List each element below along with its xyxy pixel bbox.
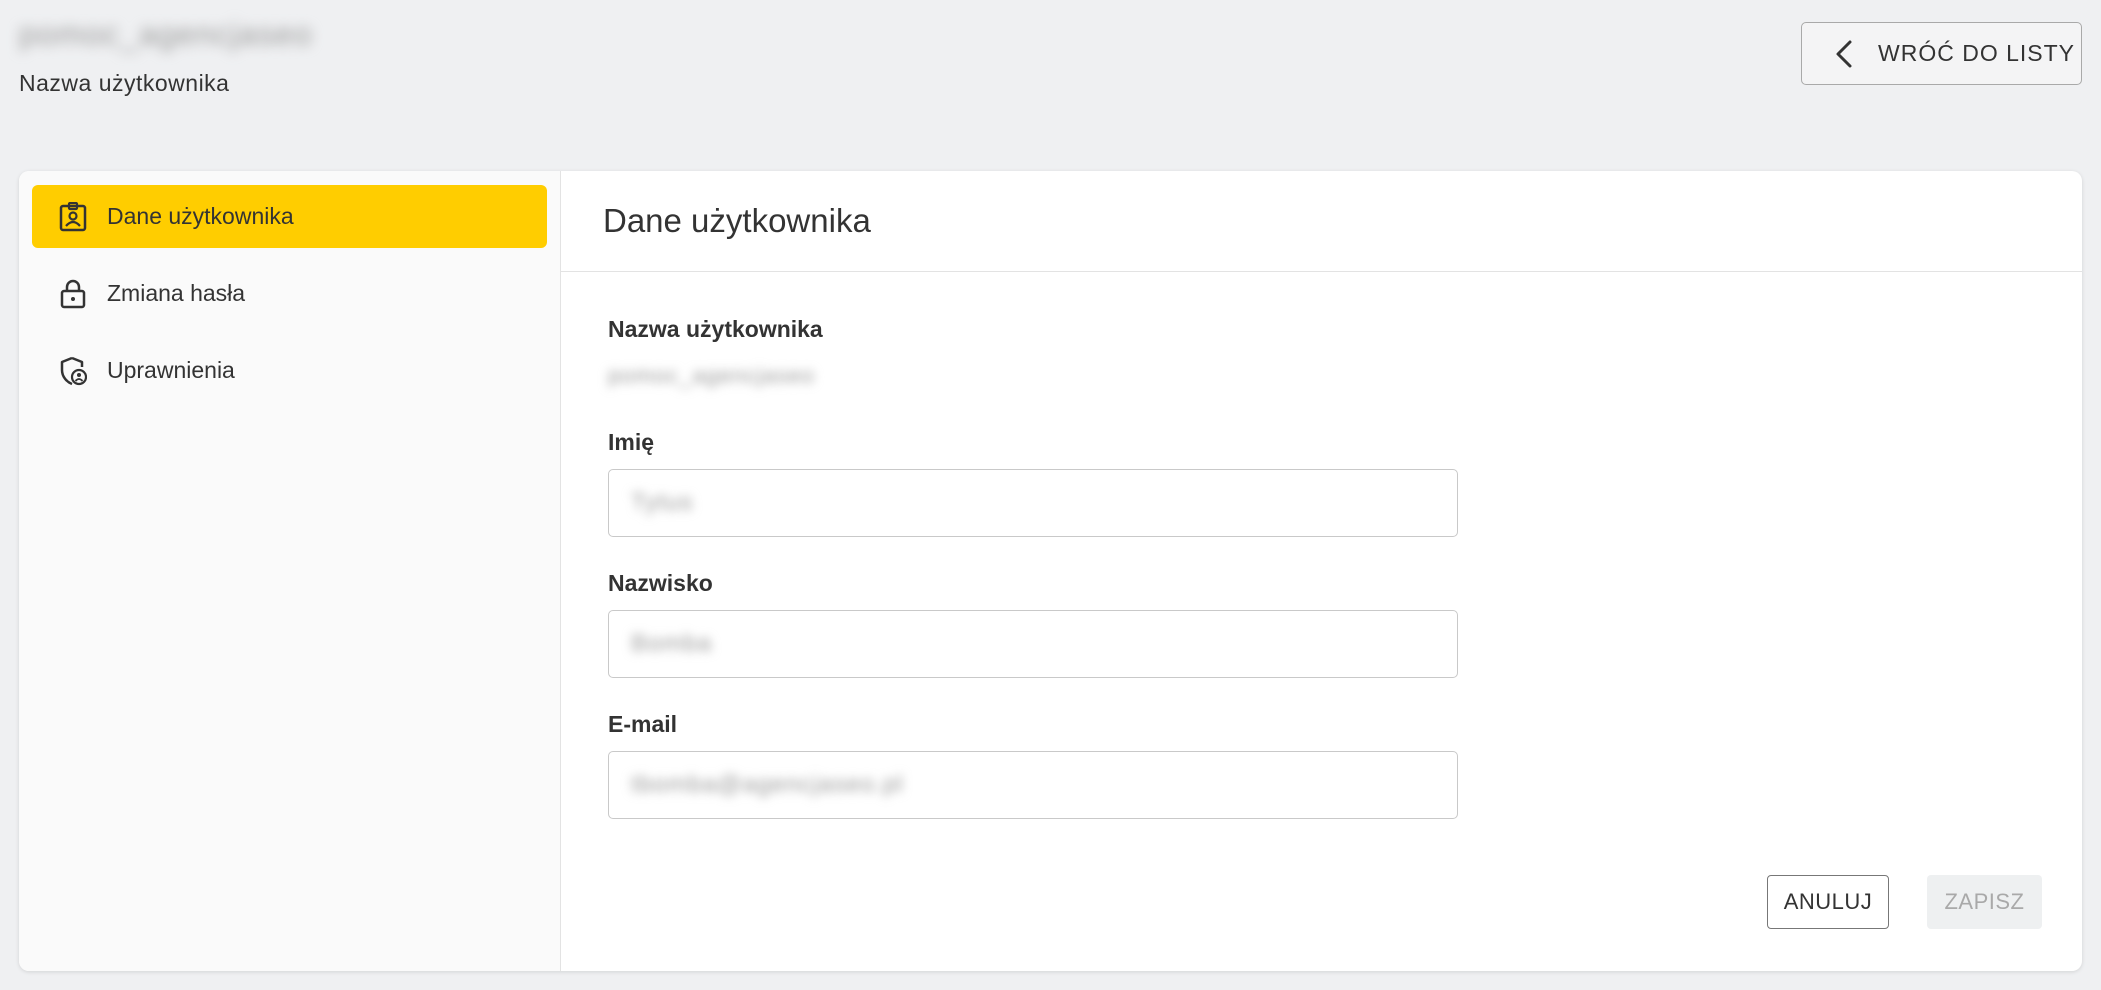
cancel-button[interactable]: ANULUJ xyxy=(1767,875,1889,929)
back-to-list-label: WRÓĆ DO LISTY xyxy=(1878,40,2076,66)
sidebar-item-user-data[interactable]: Dane użytkownika xyxy=(32,185,547,248)
sidebar: Dane użytkownika Zmiana hasła Uprawnieni… xyxy=(19,171,561,971)
page-header: pomoc_agencjaseo Nazwa użytkownika xyxy=(19,14,313,97)
user-form: Nazwa użytkownika pomoc_agencjaseo Imię … xyxy=(561,272,2082,819)
sidebar-item-permissions[interactable]: Uprawnienia xyxy=(32,339,547,402)
lock-icon xyxy=(60,279,86,308)
chevron-left-icon xyxy=(1836,40,1852,67)
main-panel: Dane użytkownika Nazwa użytkownika pomoc… xyxy=(561,171,2082,971)
main-header: Dane użytkownika xyxy=(561,171,2082,272)
email-label: E-mail xyxy=(608,711,678,737)
sidebar-item-change-password[interactable]: Zmiana hasła xyxy=(32,262,547,325)
first-name-value: Tytus xyxy=(631,489,694,516)
last-name-input[interactable]: Bomba xyxy=(608,610,1458,678)
save-button[interactable]: ZAPISZ xyxy=(1927,875,2042,929)
sidebar-item-label: Zmiana hasła xyxy=(107,280,246,306)
username-label: Nazwa użytkownika xyxy=(608,316,823,342)
page-title-username: pomoc_agencjaseo xyxy=(19,16,313,52)
sidebar-item-label: Dane użytkownika xyxy=(107,203,294,229)
first-name-input[interactable]: Tytus xyxy=(608,469,1458,537)
back-to-list-button[interactable]: WRÓĆ DO LISTY xyxy=(1801,22,2082,85)
first-name-label: Imię xyxy=(608,429,655,455)
email-input[interactable]: tbomba@agencjaseo.pl xyxy=(608,751,1458,819)
form-actions: ANULUJ ZAPISZ xyxy=(1767,875,2042,929)
last-name-label: Nazwisko xyxy=(608,570,713,596)
badge-icon xyxy=(59,201,87,231)
page-subtitle: Nazwa użytkownika xyxy=(19,70,230,96)
user-card: Dane użytkownika Zmiana hasła Uprawnieni… xyxy=(19,171,2082,971)
sidebar-item-label: Uprawnienia xyxy=(107,357,235,383)
section-title: Dane użytkownika xyxy=(603,202,871,239)
page: pomoc_agencjaseo Nazwa użytkownika WRÓĆ … xyxy=(0,0,2101,990)
last-name-value: Bomba xyxy=(631,630,713,657)
shield-user-icon xyxy=(60,356,87,385)
email-value: tbomba@agencjaseo.pl xyxy=(631,771,904,798)
username-value: pomoc_agencjaseo xyxy=(608,363,815,388)
